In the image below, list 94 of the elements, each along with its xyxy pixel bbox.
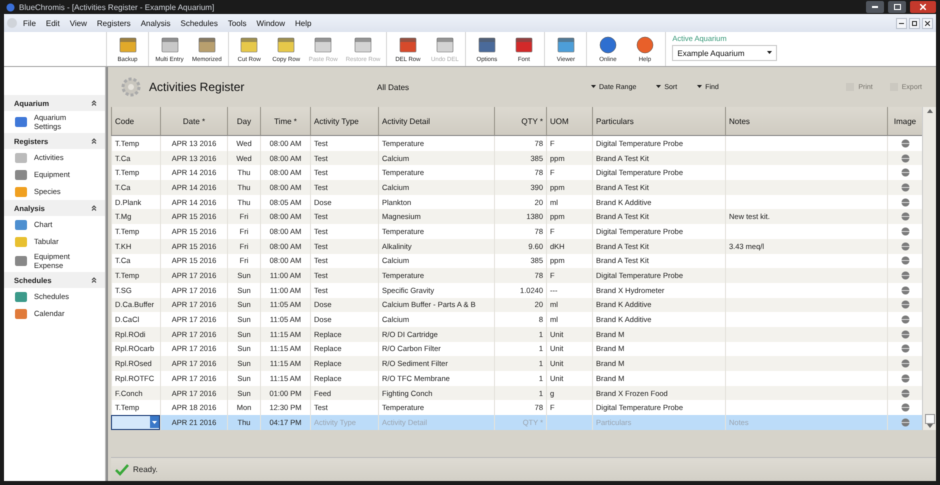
- toolbar-icon: [314, 36, 332, 54]
- toolbar-icon: [160, 36, 178, 54]
- globe-icon: [598, 36, 617, 54]
- image-icon: [900, 226, 910, 236]
- toolbar-icon: [118, 36, 136, 54]
- close-icon: [920, 4, 926, 10]
- close-button[interactable]: [910, 1, 936, 13]
- image-icon: [900, 256, 910, 266]
- minimize-button[interactable]: [896, 18, 907, 28]
- image-icon: [900, 198, 910, 207]
- menu-item[interactable]: Tools: [222, 18, 252, 28]
- image-icon: [900, 138, 910, 148]
- minimize-icon: [899, 22, 904, 24]
- chevron-icon: [91, 138, 97, 144]
- column-header[interactable]: QTY *: [494, 107, 546, 135]
- gear-icon: [121, 77, 141, 97]
- column-header[interactable]: Activity Detail: [378, 107, 494, 135]
- image-icon: [900, 154, 910, 163]
- image-icon: [900, 418, 910, 427]
- status-text: Ready.: [133, 465, 158, 474]
- scroll-thumb[interactable]: [924, 414, 934, 424]
- menu-item[interactable]: File: [18, 18, 41, 28]
- image-icon: [900, 300, 910, 310]
- column-header[interactable]: Activity Type: [310, 107, 378, 135]
- image-icon: [900, 315, 910, 324]
- sidebar-icon: [14, 236, 28, 248]
- caret-icon: [656, 85, 662, 89]
- image-icon: [900, 168, 910, 178]
- column-header[interactable]: UOM: [546, 107, 592, 135]
- close-icon: [925, 20, 930, 26]
- image-icon: [900, 359, 910, 368]
- sidebar-icon: [14, 255, 28, 267]
- chevron-icon: [91, 277, 97, 283]
- app-icon: [6, 2, 15, 12]
- column-header[interactable]: Day: [227, 107, 260, 135]
- sidebar-icon: [14, 152, 28, 164]
- checkmark-icon: [115, 464, 129, 476]
- menu-item[interactable]: Analysis: [136, 18, 176, 28]
- menu-item[interactable]: View: [64, 18, 92, 28]
- code-dropdown[interactable]: [111, 415, 160, 430]
- sidebar-icon: [14, 168, 28, 180]
- image-icon: [900, 344, 910, 354]
- image-icon: [900, 212, 910, 222]
- restore-button[interactable]: [909, 18, 920, 28]
- image-icon: [900, 182, 910, 192]
- toolbar-icon: [240, 36, 258, 54]
- date-filter-label: All Dates: [377, 82, 410, 92]
- maximize-button[interactable]: [888, 1, 906, 13]
- column-header[interactable]: Time *: [260, 107, 310, 135]
- image-icon: [900, 388, 910, 398]
- sidebar-icon: [14, 308, 28, 320]
- menu-item[interactable]: Window: [252, 18, 290, 28]
- column-header[interactable]: Code: [111, 107, 160, 135]
- toolbar-icon: [436, 36, 454, 54]
- sidebar-icon: [14, 116, 28, 128]
- image-icon: [900, 330, 910, 339]
- image-icon: [900, 271, 910, 280]
- minimize-button[interactable]: [866, 1, 884, 13]
- toolbar-icon: [478, 36, 496, 54]
- chevron-icon: [91, 100, 97, 106]
- toolbar-icon: [556, 36, 575, 54]
- menu-item[interactable]: Schedules: [175, 18, 223, 28]
- toolbar-icon: [354, 36, 372, 54]
- maximize-icon: [894, 4, 900, 10]
- aquarium-dropdown[interactable]: Example Aquarium: [672, 45, 778, 61]
- column-header[interactable]: Notes: [725, 107, 887, 135]
- sidebar-icon: [14, 290, 28, 302]
- panel-title: Activities Register: [149, 80, 246, 94]
- sidebar-icon: [14, 186, 28, 198]
- menu-item[interactable]: Registers: [92, 18, 136, 28]
- window-title: BlueChromis - [Activities Register - Example Aquarium]: [19, 2, 216, 12]
- scrollbar[interactable]: [922, 107, 936, 430]
- menu-item[interactable]: Help: [290, 18, 316, 28]
- column-header[interactable]: Date *: [160, 107, 227, 135]
- globe-icon: [636, 36, 654, 54]
- minimize-icon: [872, 6, 878, 8]
- caret-icon: [767, 51, 772, 55]
- scroll-up-icon: [926, 109, 932, 113]
- image-icon: [900, 403, 910, 412]
- image-icon: [900, 374, 910, 383]
- restore-icon: [912, 20, 918, 26]
- toolbar-icon: [198, 36, 216, 54]
- sidebar-icon: [14, 218, 28, 230]
- caret-icon: [697, 85, 702, 89]
- caret-icon: [591, 85, 596, 89]
- chevron-icon: [91, 205, 97, 211]
- close-button[interactable]: [922, 18, 933, 28]
- toolbar-icon: [277, 36, 296, 54]
- toolbar-icon: [514, 36, 533, 54]
- image-icon: [900, 286, 910, 295]
- menu-item[interactable]: Edit: [40, 18, 65, 28]
- toolbar-icon: [398, 36, 417, 54]
- image-icon: [900, 242, 910, 251]
- column-header[interactable]: Particulars: [592, 107, 725, 135]
